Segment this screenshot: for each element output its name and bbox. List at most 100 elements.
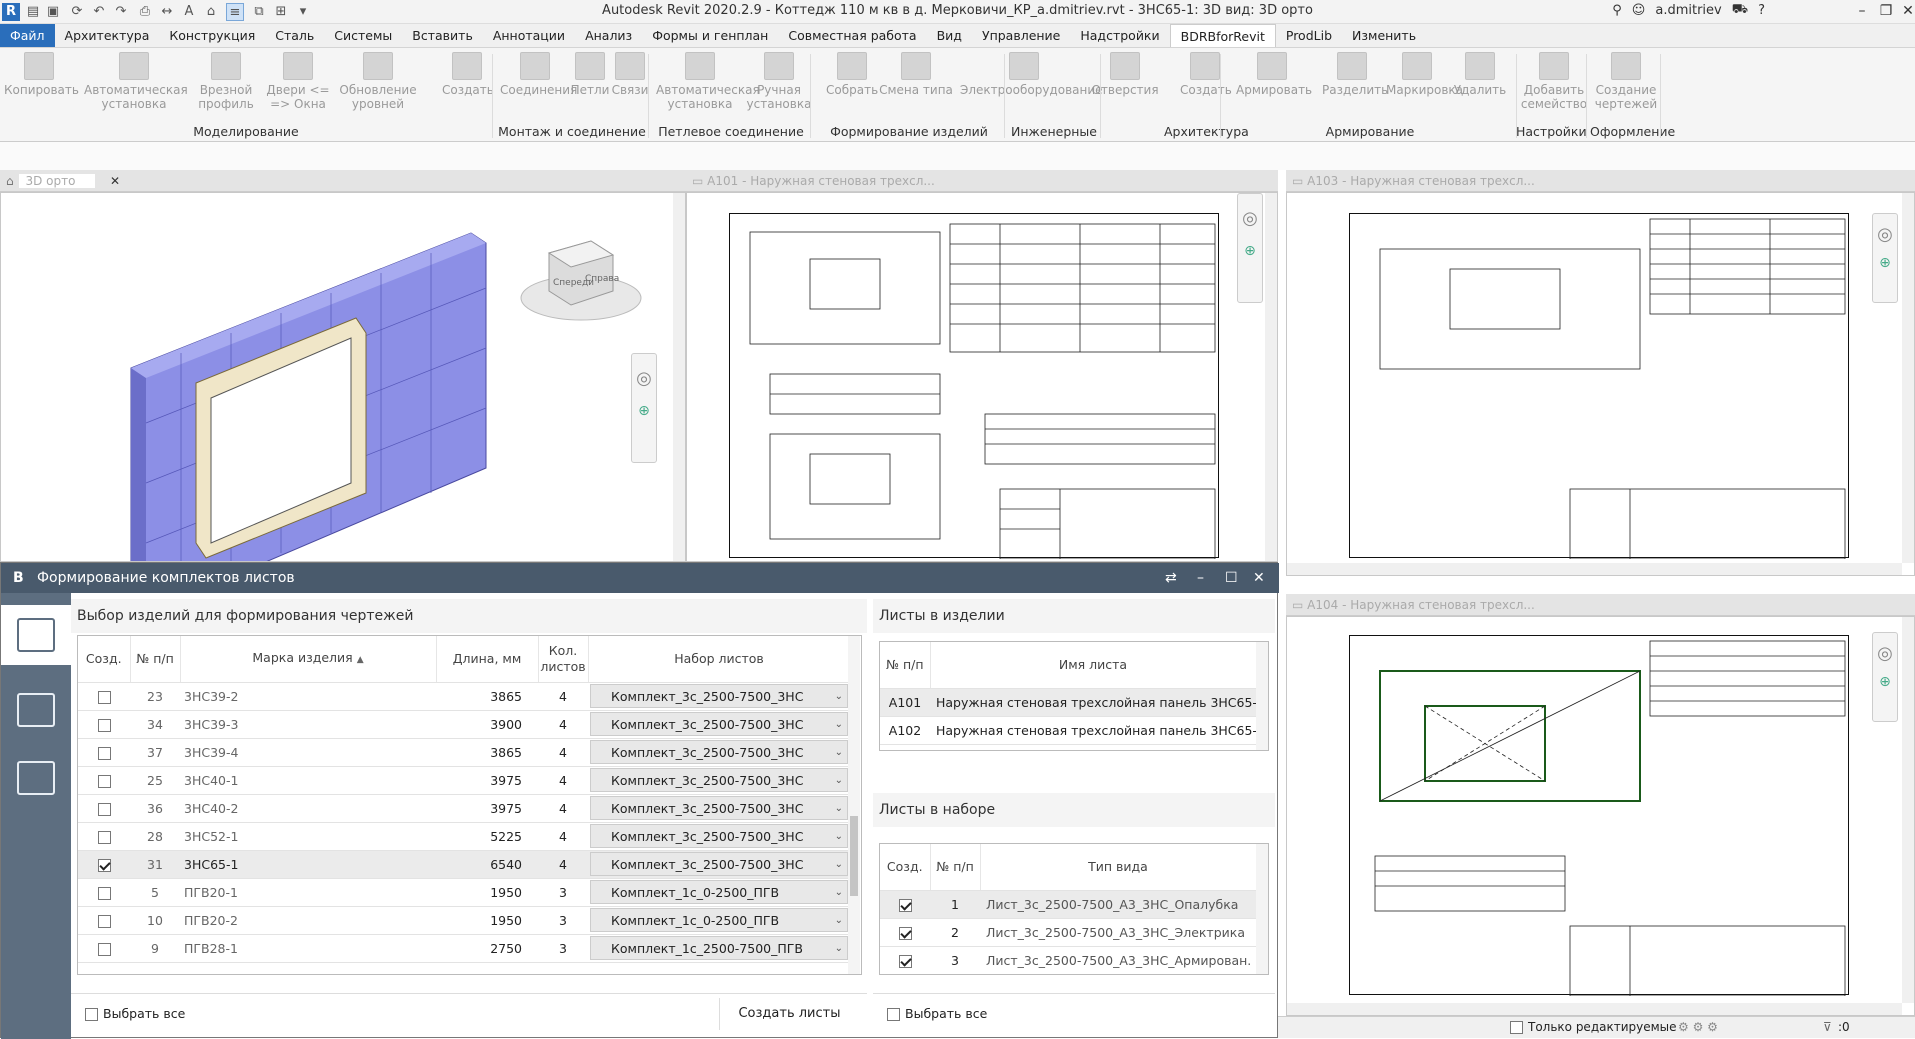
vertical-scrollbar[interactable]: [1902, 193, 1914, 563]
dialog-close-button[interactable]: ✕: [1253, 563, 1265, 593]
ribbon-button-17[interactable]: Разделить: [1322, 52, 1388, 97]
row-checkbox[interactable]: [898, 926, 912, 940]
table-row[interactable]: 1 Лист_3с_2500-7500_А3_3НС_Опалубка: [880, 890, 1256, 919]
col-set-create[interactable]: Созд.: [880, 844, 931, 891]
table-row[interactable]: 9 ПГВ28-1 2750 3 Комплект_1с_2500-7500_ПГВ ⌄: [78, 934, 850, 963]
tab-a104[interactable]: ▭ A104 - Наружная стеновая трехсл...: [1286, 594, 1915, 616]
sheet-set-dropdown[interactable]: Комплект_1с_2500-7500_ПГВ ⌄: [590, 936, 848, 960]
col-set-type[interactable]: Тип вида: [980, 844, 1257, 891]
steering-wheel-icon[interactable]: ◎: [632, 368, 656, 389]
ribbon-button-9[interactable]: Автоматическая установка: [656, 52, 760, 111]
col-sheet-num[interactable]: № п/п: [880, 642, 931, 689]
close-tab-icon[interactable]: ✕: [110, 170, 120, 192]
pin-icon[interactable]: ⇄: [1165, 563, 1177, 593]
tab-3d-view[interactable]: ⌂ 3D орто ✕: [0, 170, 686, 192]
ribbon-button-21[interactable]: Создание чертежей: [1590, 52, 1662, 111]
col-set-num[interactable]: № п/п: [930, 844, 981, 891]
row-checkbox[interactable]: [97, 914, 111, 928]
ribbon-tab-8[interactable]: Формы и генплан: [642, 24, 778, 47]
row-checkbox[interactable]: [898, 898, 912, 912]
help-icon[interactable]: ?: [1758, 3, 1765, 18]
ribbon-tab-4[interactable]: Системы: [324, 24, 402, 47]
steering-wheel-icon[interactable]: ◎: [1873, 224, 1897, 245]
row-checkbox[interactable]: [97, 858, 111, 872]
ribbon-button-20[interactable]: Добавить семейство: [1520, 52, 1588, 111]
table-row[interactable]: A101 Наружная стеновая трехслойная панель…: [880, 688, 1256, 717]
row-checkbox[interactable]: [97, 802, 111, 816]
col-length[interactable]: Длина, мм: [436, 636, 539, 683]
vertical-scrollbar[interactable]: [1265, 193, 1277, 561]
cart-icon[interactable]: ⛟: [1732, 2, 1748, 19]
col-mark[interactable]: Марка изделия ▲: [180, 636, 437, 683]
ribbon-button-18[interactable]: Маркировка: [1386, 52, 1463, 97]
only-editable-checkbox[interactable]: [1510, 1021, 1523, 1034]
sheet-set-dropdown[interactable]: Комплект_3с_2500-7500_3НС ⌄: [590, 684, 848, 708]
ribbon-button-1[interactable]: Автоматическая установка: [84, 52, 188, 111]
horizontal-scrollbar[interactable]: [1287, 1003, 1902, 1015]
col-create[interactable]: Созд.: [78, 636, 131, 683]
user-name[interactable]: a.dmitriev: [1655, 3, 1721, 18]
row-checkbox[interactable]: [97, 718, 111, 732]
close-button[interactable]: ✕: [1896, 1, 1915, 21]
row-checkbox[interactable]: [898, 954, 912, 968]
horizontal-scrollbar[interactable]: [1287, 563, 1902, 575]
user-icon[interactable]: ☺: [1632, 3, 1646, 18]
dialog-minimize-button[interactable]: –: [1197, 563, 1204, 593]
steering-wheel-icon[interactable]: ◎: [1238, 208, 1262, 229]
sheet-set-dropdown[interactable]: Комплект_3с_2500-7500_3НС ⌄: [590, 768, 848, 792]
tab-a103[interactable]: ▭ A103 - Наружная стеновая трехсл...: [1286, 170, 1915, 192]
sheet-set-dropdown[interactable]: Комплект_3с_2500-7500_3НС ⌄: [590, 852, 848, 876]
row-checkbox[interactable]: [97, 886, 111, 900]
sheets-scrollbar[interactable]: [1256, 642, 1268, 750]
view-3d[interactable]: Спереди Справа ◎ ⊕: [0, 192, 686, 562]
row-checkbox[interactable]: [97, 690, 111, 704]
ribbon-tab-0[interactable]: Файл: [0, 24, 55, 47]
zoom-icon[interactable]: ⊕: [1873, 255, 1897, 271]
zoom-icon[interactable]: ⊕: [632, 403, 656, 419]
ribbon-button-5[interactable]: Создать: [442, 52, 494, 97]
table-row[interactable]: A103Наружная стеновая трехслойная панель…: [880, 744, 1256, 750]
ribbon-tab-15[interactable]: Изменить: [1342, 24, 1426, 47]
sheets-table[interactable]: № п/п Имя листа A101 Наружная стеновая тр…: [879, 641, 1269, 751]
sheet-set-dropdown[interactable]: Комплект_3с_2500-7500_3НС ⌄: [590, 824, 848, 848]
create-sheets-button[interactable]: Создать листы: [719, 998, 859, 1030]
ribbon-button-10[interactable]: Ручная установка: [744, 52, 814, 111]
vertical-scrollbar[interactable]: [1902, 617, 1914, 1003]
sheet-set-dropdown[interactable]: Комплект_1с_0-2500_ПГВ ⌄: [590, 880, 848, 904]
col-num[interactable]: № п/п: [130, 636, 181, 683]
ribbon-button-0[interactable]: Копировать: [4, 52, 79, 97]
ribbon-tab-11[interactable]: Управление: [972, 24, 1070, 47]
restore-button[interactable]: ❐: [1874, 1, 1898, 21]
set-scrollbar[interactable]: [1256, 844, 1268, 974]
set-table[interactable]: Созд. № п/п Тип вида 1 Лист_3с_2500-7500_…: [879, 843, 1269, 975]
table-row[interactable]: 2 Лист_3с_2500-7500_А3_3НС_Электрика: [880, 918, 1256, 947]
view-a103[interactable]: ◎ ⊕: [1286, 192, 1915, 576]
navigation-bar[interactable]: ◎ ⊕: [1872, 632, 1898, 722]
ribbon-button-12[interactable]: Смена типа: [878, 52, 954, 97]
ribbon-button-4[interactable]: Обновление уровней: [338, 52, 418, 111]
products-scrollbar[interactable]: [848, 636, 860, 974]
ribbon-tab-5[interactable]: Вставить: [402, 24, 483, 47]
table-row[interactable]: 25 3НС40-1 3975 4 Комплект_3с_2500-7500_3НС ⌄: [78, 766, 850, 795]
worksets-icon[interactable]: ⚙ ⚙ ⚙: [1678, 1020, 1718, 1034]
table-row[interactable]: 3 Лист_3с_2500-7500_А3_3НС_Армирован.: [880, 946, 1256, 974]
navigation-bar[interactable]: ◎ ⊕: [1237, 193, 1263, 303]
table-row[interactable]: A102 Наружная стеновая трехслойная панель…: [880, 716, 1256, 745]
table-row[interactable]: 10 ПГВ20-2 1950 3 Комплект_1с_0-2500_ПГВ ⌄: [78, 906, 850, 935]
zoom-icon[interactable]: ⊕: [1873, 674, 1897, 690]
select-all-set-checkbox[interactable]: [887, 1008, 900, 1021]
ribbon-tab-13[interactable]: BDRBforRevit: [1169, 24, 1276, 47]
col-count[interactable]: Кол. листов: [538, 636, 589, 683]
sheet-set-dropdown[interactable]: Комплект_3с_2500-7500_3НС ⌄: [590, 740, 848, 764]
row-checkbox[interactable]: [97, 830, 111, 844]
row-checkbox[interactable]: [97, 774, 111, 788]
select-all-products-checkbox[interactable]: [85, 1008, 98, 1021]
dialog-maximize-button[interactable]: ☐: [1225, 563, 1238, 593]
ribbon-button-16[interactable]: Армировать: [1236, 52, 1312, 97]
ribbon-button-6[interactable]: Соединения: [500, 52, 577, 97]
ribbon-button-13[interactable]: Электрооборудование: [960, 52, 1103, 97]
steering-wheel-icon[interactable]: ◎: [1873, 643, 1897, 664]
ribbon-tab-6[interactable]: Аннотации: [483, 24, 575, 47]
ribbon-button-2[interactable]: Врезной профиль: [196, 52, 256, 111]
ribbon-button-7[interactable]: Петли: [570, 52, 610, 97]
